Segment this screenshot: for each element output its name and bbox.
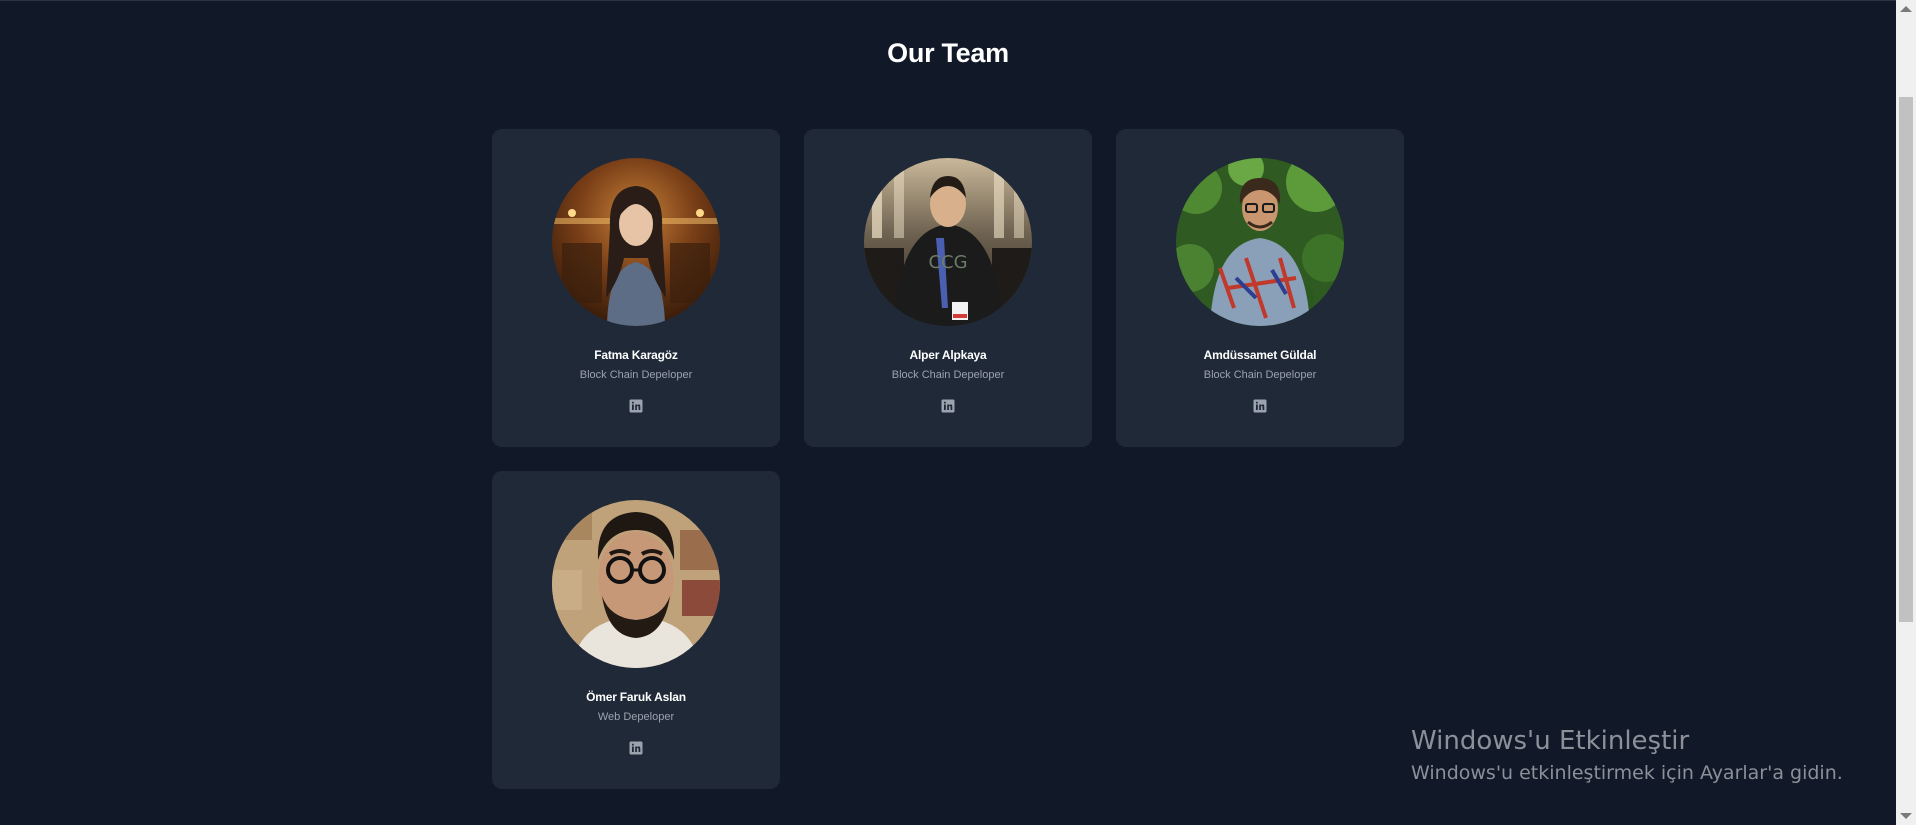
member-role: Block Chain Depeloper	[891, 369, 1005, 381]
member-name: Amdüssamet Güldal	[1203, 348, 1317, 362]
watermark-subtitle: Windows'u etkinleştirmek için Ayarlar'a …	[1411, 762, 1843, 784]
scroll-up-arrow-icon[interactable]	[1900, 6, 1912, 12]
member-role: Block Chain Depeloper	[1203, 369, 1317, 381]
team-card: CCG Alper Alpkaya Block Chain Depeloper	[804, 129, 1092, 447]
linkedin-icon[interactable]	[629, 741, 643, 755]
vertical-scrollbar[interactable]	[1896, 0, 1916, 825]
member-name: Alper Alpkaya	[909, 348, 987, 362]
top-border	[0, 0, 1896, 1]
member-name: Fatma Karagöz	[594, 348, 678, 362]
member-photo	[552, 500, 720, 668]
linkedin-icon[interactable]	[629, 399, 643, 413]
member-photo	[552, 158, 720, 326]
team-card: Ömer Faruk Aslan Web Depeloper	[492, 471, 780, 789]
member-role: Web Depeloper	[597, 711, 675, 723]
team-card: Fatma Karagöz Block Chain Depeloper	[492, 129, 780, 447]
member-photo	[1176, 158, 1344, 326]
scroll-down-arrow-icon[interactable]	[1900, 813, 1912, 819]
linkedin-icon[interactable]	[941, 399, 955, 413]
member-role: Block Chain Depeloper	[579, 369, 693, 381]
windows-activation-watermark: Windows'u Etkinleştir Windows'u etkinleş…	[1411, 724, 1843, 786]
member-name: Ömer Faruk Aslan	[586, 690, 686, 704]
member-photo: CCG	[864, 158, 1032, 326]
watermark-title: Windows'u Etkinleştir	[1411, 726, 1690, 756]
team-card: Amdüssamet Güldal Block Chain Depeloper	[1116, 129, 1404, 447]
svg-text:CCG: CCG	[928, 252, 967, 273]
linkedin-icon[interactable]	[1253, 399, 1267, 413]
scrollbar-thumb[interactable]	[1899, 97, 1913, 622]
page-title: Our Team	[887, 38, 1009, 68]
